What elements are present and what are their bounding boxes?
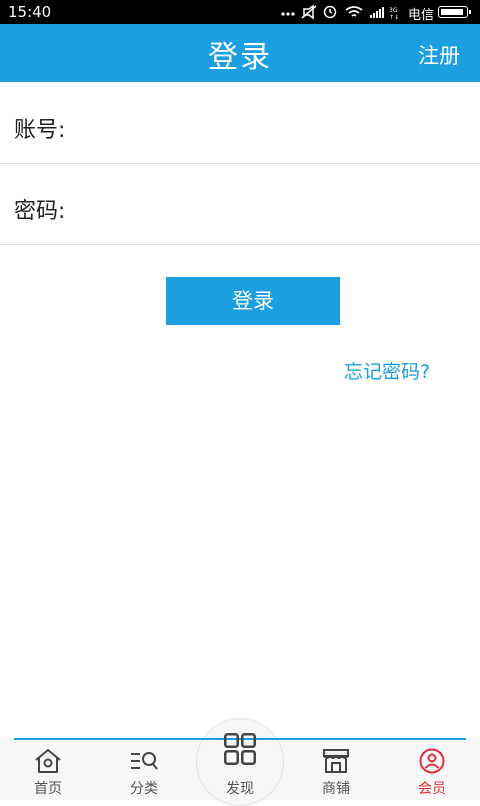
nav-label-home: 首页 — [34, 781, 62, 797]
login-button[interactable]: 登录 — [166, 277, 340, 325]
alarm-icon — [323, 5, 337, 19]
home-icon — [35, 749, 61, 773]
forgot-password-link[interactable]: 忘记密码? — [344, 357, 430, 384]
mute-icon — [301, 4, 317, 20]
nav-item-home[interactable]: 首页 — [0, 738, 96, 800]
nav-item-member[interactable]: 会员 — [384, 738, 480, 800]
svg-text:↑↓: ↑↓ — [389, 14, 399, 20]
nav-item-category[interactable]: 分类 — [96, 738, 192, 800]
carrier-name: 电信 — [408, 8, 435, 23]
account-input[interactable] — [80, 102, 464, 148]
nav-item-discover[interactable]: 发现 — [192, 733, 288, 800]
nav-label-category: 分类 — [130, 781, 158, 797]
nav-label-shop: 商铺 — [322, 781, 350, 797]
nav-label-discover: 发现 — [226, 781, 254, 797]
shop-icon — [323, 749, 349, 773]
more-icon — [281, 12, 295, 16]
member-icon — [419, 748, 445, 774]
password-input[interactable] — [80, 183, 464, 229]
app-header: 登录 注册 — [0, 24, 480, 82]
page-title: 登录 — [208, 40, 272, 75]
status-bar: 15:40 3G ↑↓ 电信 — [0, 0, 480, 24]
status-time: 15:40 — [8, 3, 52, 21]
account-row: 账号: — [0, 84, 480, 164]
register-button[interactable]: 注册 — [418, 40, 460, 70]
category-icon — [131, 752, 158, 770]
signal-icon — [370, 7, 384, 18]
wifi-icon — [345, 6, 363, 17]
grid-icon — [224, 733, 256, 765]
nav-item-shop[interactable]: 商铺 — [288, 738, 384, 800]
account-label: 账号: — [14, 118, 66, 143]
password-row: 密码: — [0, 165, 480, 245]
nav-label-member: 会员 — [418, 781, 446, 797]
bottom-nav: 首页 分类 发现 商铺 会员 — [0, 718, 480, 806]
password-label: 密码: — [14, 199, 66, 224]
status-icons: 3G ↑↓ — [281, 4, 399, 20]
svg-text:3G: 3G — [389, 7, 398, 14]
battery-icon — [438, 6, 471, 18]
